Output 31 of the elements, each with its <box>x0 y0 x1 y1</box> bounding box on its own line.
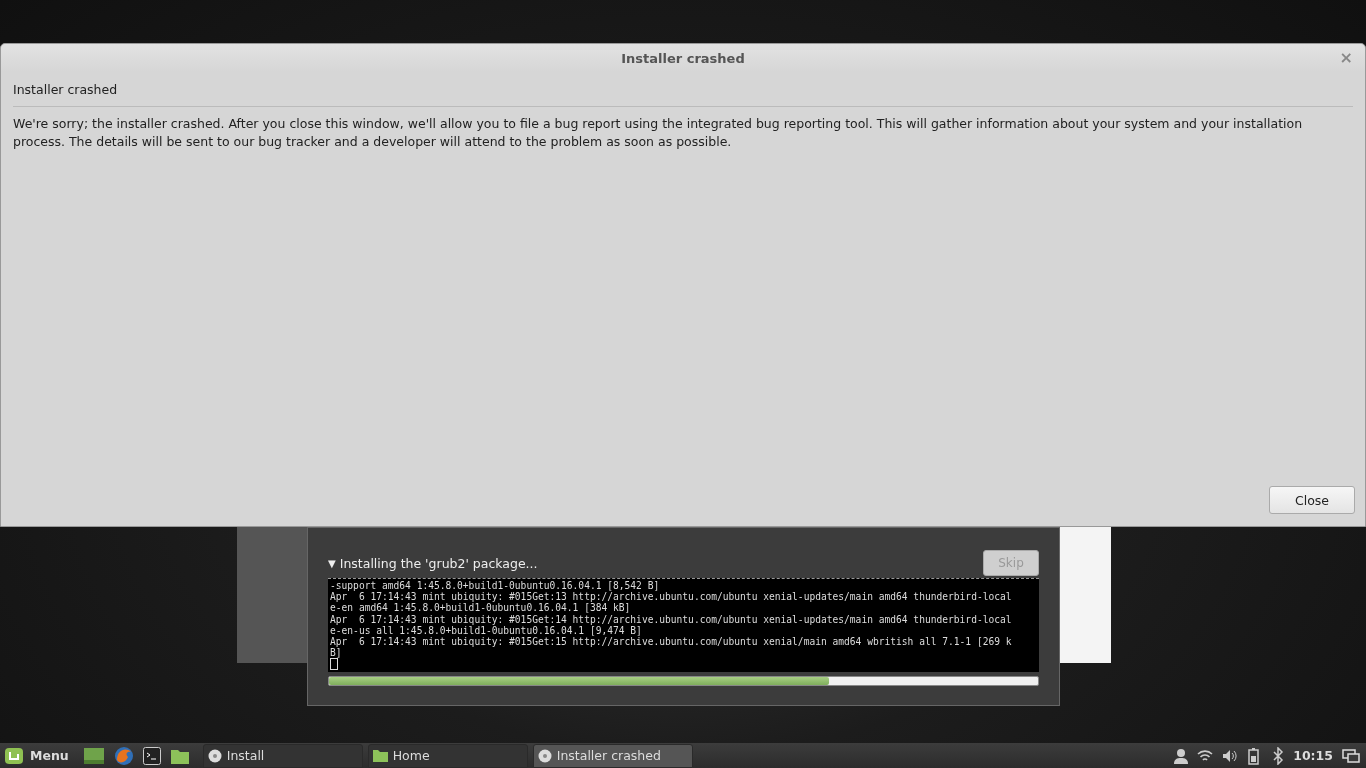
mint-logo-icon <box>4 746 24 765</box>
bluetooth-icon[interactable] <box>1272 746 1285 765</box>
disc-icon <box>207 748 222 763</box>
folder-icon <box>372 749 388 762</box>
desktop-icon[interactable] <box>82 745 105 766</box>
user-icon[interactable] <box>1174 747 1189 764</box>
taskbar-window-button[interactable]: Installer crashed <box>532 743 693 768</box>
expander-icon[interactable]: ▼ <box>328 557 336 569</box>
taskbar-window-button[interactable]: Home <box>367 743 528 768</box>
dialog-message: We're sorry; the installer crashed. After you close this window, we'll allow you to file a bug report using the integrated bug reporting tool. This will gather information about your system and your installation process. The details will be sent to our bug tracker and a developer will attend to the problem as soon as possible. <box>13 115 1304 151</box>
terminal-line: -support amd64 1:45.8.0+build1-0ubuntu0.16.04.1 [8,542 B] <box>330 580 661 592</box>
browser-icon[interactable] <box>113 745 134 766</box>
status-text: Installing the 'grub2' package... <box>339 555 539 571</box>
dialog-heading: Installer crashed <box>13 80 1353 107</box>
menu-button[interactable]: Menu <box>0 743 75 768</box>
taskbar-window-button[interactable]: Install <box>202 743 363 768</box>
terminal-line: Apr 6 17:14:43 mint ubiquity: #015Get:15 http://archive.ubuntu.com/ubuntu xenial/main amd64 wbritish all 7.1-1 [269 k <box>330 636 1013 648</box>
wifi-icon[interactable] <box>1197 748 1214 763</box>
terminal-line: Apr 6 17:14:43 mint ubiquity: #015Get:13 http://archive.ubuntu.com/ubuntu xenial-updates/main amd64 thunderbird-local <box>330 591 1013 603</box>
window-title: Installer crashed <box>621 50 745 66</box>
show-desktop-icon[interactable] <box>1342 747 1360 764</box>
terminal-line: Apr 6 17:14:43 mint ubiquity: #015Get:14 http://archive.ubuntu.com/ubuntu xenial-updates/main amd64 thunderbird-local <box>330 613 1013 625</box>
terminal-cursor <box>330 658 338 671</box>
disc-icon <box>537 748 552 763</box>
terminal-line: e-en amd64 1:45.8.0+build1-0ubuntu0.16.04.1 [384 kB] <box>330 602 631 614</box>
clock[interactable]: 10:15 <box>1293 748 1333 763</box>
close-button[interactable]: Close <box>1269 486 1355 514</box>
volume-icon[interactable] <box>1222 748 1239 763</box>
terminal-icon[interactable] <box>142 746 161 765</box>
terminal-line: B] <box>330 647 342 659</box>
terminal-line: e-en-us all 1:45.8.0+build1-0ubuntu0.16.04.1 [9,474 B] <box>330 624 642 636</box>
